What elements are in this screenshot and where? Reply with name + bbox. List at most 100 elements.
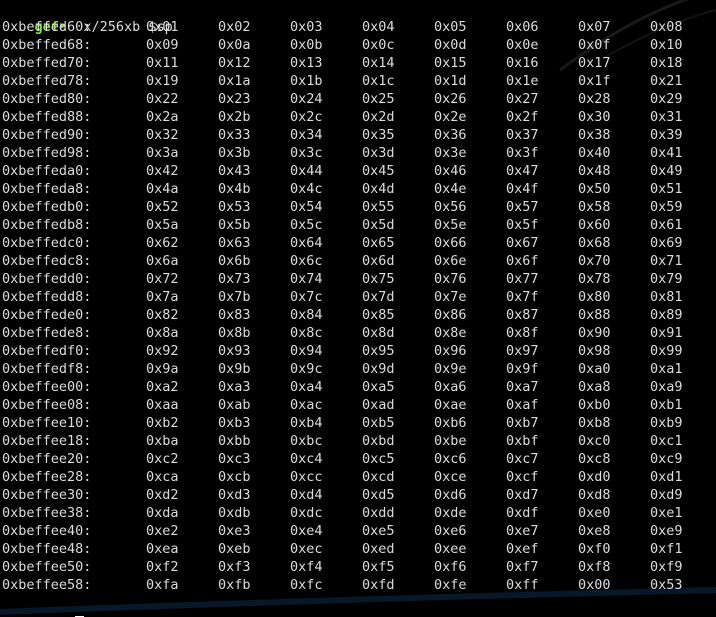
memory-byte: 0x19: [146, 73, 179, 89]
memory-byte: 0x78: [578, 271, 611, 287]
memory-byte: 0x06: [506, 19, 539, 35]
memory-byte: 0x93: [218, 343, 251, 359]
memory-byte: 0x53: [650, 577, 683, 593]
memory-byte: 0x29: [650, 91, 683, 107]
memory-byte: 0x00: [578, 577, 611, 593]
memory-byte: 0x7d: [362, 289, 395, 305]
memory-row: 0xbeffedc8: 0x6a 0x6b 0x6c 0x6d 0x6e 0x6f 0x70 0…: [2, 252, 714, 270]
terminal-window[interactable]: gef➤ x/256xb $sp 0xbeffed60: 0x01 0x02 0x03…: [0, 0, 716, 617]
memory-byte: 0x7f: [506, 289, 539, 305]
command-line: gef➤ x/256xb $sp: [2, 0, 173, 35]
memory-byte: 0xfa: [146, 577, 179, 593]
memory-row: 0xbeffee08: 0xaa 0xab 0xac 0xad 0xae 0xaf 0xb0 0…: [2, 396, 714, 414]
memory-byte: 0x40: [578, 145, 611, 161]
memory-byte: 0x9a: [146, 361, 179, 377]
memory-byte: 0xfd: [362, 577, 395, 593]
memory-byte: 0x3c: [290, 145, 323, 161]
memory-byte: 0x6a: [146, 253, 179, 269]
memory-address: 0xbeffee28:: [2, 469, 92, 485]
memory-byte: 0x5e: [434, 217, 467, 233]
memory-byte: 0x79: [650, 271, 683, 287]
memory-byte: 0xf5: [362, 559, 395, 575]
memory-byte: 0xd4: [290, 487, 323, 503]
memory-byte: 0x37: [506, 127, 539, 143]
memory-byte: 0x9e: [434, 361, 467, 377]
memory-byte: 0x69: [650, 235, 683, 251]
memory-row: 0xbeffedd8: 0x7a 0x7b 0x7c 0x7d 0x7e 0x7f 0x80 0…: [2, 288, 714, 306]
memory-row: 0xbeffee48: 0xea 0xeb 0xec 0xed 0xee 0xef 0xf0 0…: [2, 540, 714, 558]
memory-byte: 0xc3: [218, 451, 251, 467]
memory-address: 0xbeffedf0:: [2, 343, 92, 359]
memory-byte: 0xcf: [506, 469, 539, 485]
memory-byte: 0xd0: [578, 469, 611, 485]
memory-byte: 0x8b: [218, 325, 251, 341]
memory-byte: 0x12: [218, 55, 251, 71]
memory-byte: 0xd2: [146, 487, 179, 503]
memory-row: 0xbeffee18: 0xba 0xbb 0xbc 0xbd 0xbe 0xbf 0xc0 0…: [2, 432, 714, 450]
memory-byte: 0x36: [434, 127, 467, 143]
memory-byte: 0x4d: [362, 181, 395, 197]
memory-byte: 0xbb: [218, 433, 251, 449]
memory-byte: 0x96: [434, 343, 467, 359]
memory-byte: 0x50: [578, 181, 611, 197]
memory-byte: 0x51: [650, 181, 683, 197]
memory-address: 0xbeffed80:: [2, 91, 92, 107]
memory-row: 0xbeffed80: 0x22 0x23 0x24 0x25 0x26 0x27 0x28 0…: [2, 90, 714, 108]
memory-byte: 0xac: [290, 397, 323, 413]
memory-row: 0xbeffee28: 0xca 0xcb 0xcc 0xcd 0xce 0xcf 0xd0 0…: [2, 468, 714, 486]
memory-row: 0xbeffee58: 0xfa 0xfb 0xfc 0xfd 0xfe 0xff 0x00 0…: [2, 576, 714, 594]
memory-byte: 0x2f: [506, 109, 539, 125]
memory-byte: 0x82: [146, 307, 179, 323]
memory-byte: 0xd5: [362, 487, 395, 503]
memory-byte: 0x1c: [362, 73, 395, 89]
memory-byte: 0xb3: [218, 415, 251, 431]
memory-byte: 0xca: [146, 469, 179, 485]
memory-byte: 0x60: [578, 217, 611, 233]
memory-byte: 0x73: [218, 271, 251, 287]
memory-byte: 0x21: [650, 73, 683, 89]
memory-row: 0xbeffee38: 0xda 0xdb 0xdc 0xdd 0xde 0xdf 0xe0 0…: [2, 504, 714, 522]
memory-byte: 0x48: [578, 163, 611, 179]
memory-byte: 0x31: [650, 109, 683, 125]
input-line[interactable]: gef➤: [2, 598, 85, 617]
memory-byte: 0x9b: [218, 361, 251, 377]
memory-byte: 0x23: [218, 91, 251, 107]
memory-byte: 0xf2: [146, 559, 179, 575]
memory-row: 0xbeffeda0: 0x42 0x43 0x44 0x45 0x46 0x47 0x48 0…: [2, 162, 714, 180]
memory-byte: 0x30: [578, 109, 611, 125]
memory-byte: 0x24: [290, 91, 323, 107]
memory-row: 0xbeffeda8: 0x4a 0x4b 0x4c 0x4d 0x4e 0x4f 0x50 0…: [2, 180, 714, 198]
memory-byte: 0x44: [290, 163, 323, 179]
memory-byte: 0x92: [146, 343, 179, 359]
memory-byte: 0xbd: [362, 433, 395, 449]
memory-byte: 0x90: [578, 325, 611, 341]
memory-address: 0xbeffede8:: [2, 325, 92, 341]
memory-byte: 0xb2: [146, 415, 179, 431]
memory-address: 0xbeffed90:: [2, 127, 92, 143]
memory-byte: 0xf8: [578, 559, 611, 575]
memory-byte: 0xdd: [362, 505, 395, 521]
memory-address: 0xbeffee38:: [2, 505, 92, 521]
memory-byte: 0x3a: [146, 145, 179, 161]
memory-byte: 0xe1: [650, 505, 683, 521]
memory-byte: 0x11: [146, 55, 179, 71]
memory-byte: 0x5a: [146, 217, 179, 233]
memory-byte: 0x7b: [218, 289, 251, 305]
memory-byte: 0x46: [434, 163, 467, 179]
memory-address: 0xbeffed68:: [2, 37, 92, 53]
memory-address: 0xbeffeda0:: [2, 163, 92, 179]
memory-byte: 0xa3: [218, 379, 251, 395]
memory-address: 0xbeffeda8:: [2, 181, 92, 197]
memory-byte: 0xb9: [650, 415, 683, 431]
memory-byte: 0x9d: [362, 361, 395, 377]
memory-address: 0xbeffedd0:: [2, 271, 92, 287]
memory-byte: 0x53: [218, 199, 251, 215]
memory-byte: 0x80: [578, 289, 611, 305]
memory-byte: 0x43: [218, 163, 251, 179]
memory-row: 0xbeffede0: 0x82 0x83 0x84 0x85 0x86 0x87 0x88 0…: [2, 306, 714, 324]
memory-byte: 0xe2: [146, 523, 179, 539]
memory-byte: 0x6c: [290, 253, 323, 269]
memory-byte: 0x6e: [434, 253, 467, 269]
memory-byte: 0xde: [434, 505, 467, 521]
memory-byte: 0x38: [578, 127, 611, 143]
